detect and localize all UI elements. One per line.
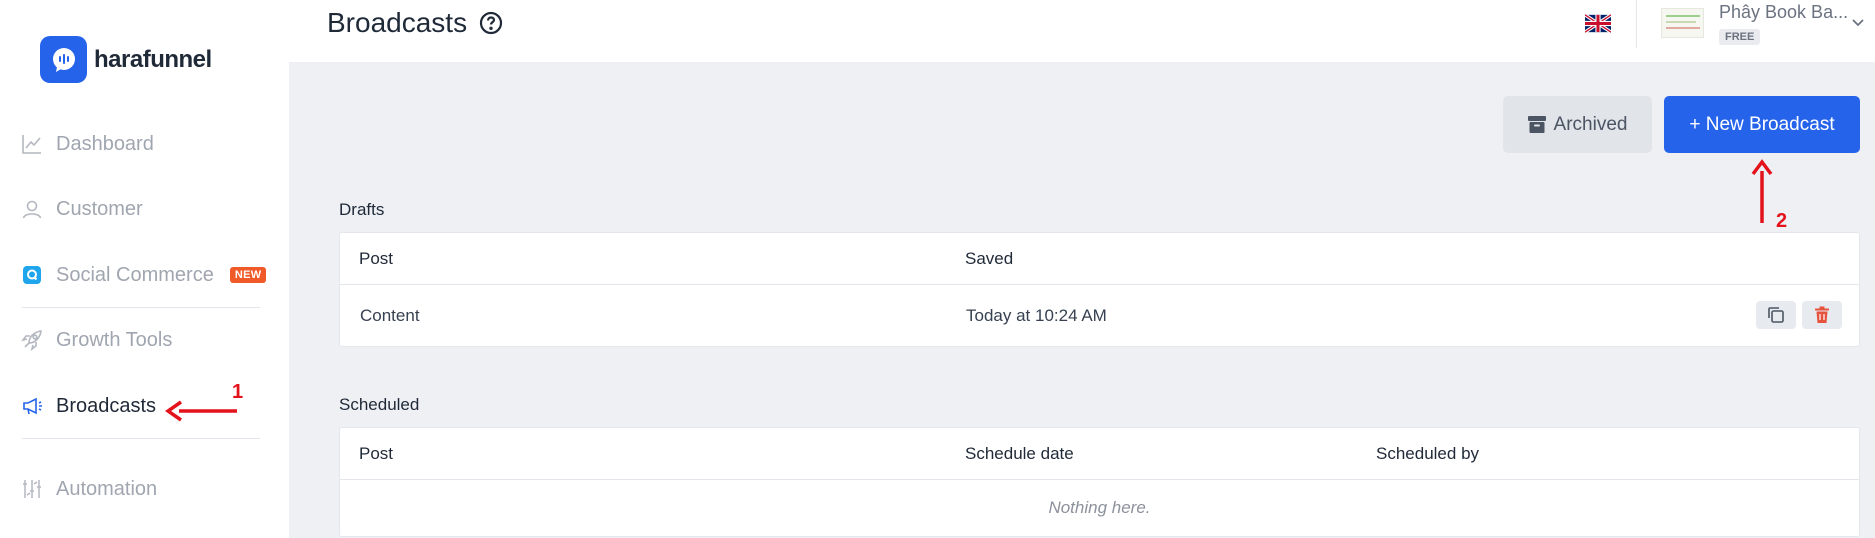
annotation-arrow-left-icon	[165, 400, 237, 422]
sidebar-item-label: Automation	[56, 477, 158, 500]
user-icon	[20, 197, 44, 221]
annotation-step-2: 2	[1776, 210, 1788, 232]
sidebar-item-label: Dashboard	[56, 132, 154, 155]
top-bar: Broadcasts Phây Book Ba... FREE	[289, 0, 1875, 62]
account-avatar	[1661, 8, 1704, 38]
page-title: Broadcasts	[327, 7, 503, 39]
archive-icon	[1527, 116, 1546, 133]
drafts-section-title: Drafts	[339, 200, 385, 219]
help-circle-icon[interactable]	[479, 11, 503, 35]
plan-badge: FREE	[1719, 29, 1761, 45]
new-badge: NEW	[229, 267, 267, 283]
sidebar-item-label: Broadcasts	[56, 394, 157, 417]
top-bar-divider	[1636, 0, 1637, 48]
sidebar-item-label: Growth Tools	[56, 328, 173, 351]
duplicate-button[interactable]	[1756, 301, 1796, 329]
archived-button-label: Archived	[1553, 113, 1628, 135]
sidebar-item-broadcasts[interactable]: Broadcasts	[20, 386, 156, 426]
sidebar-item-automation[interactable]: Automation	[20, 469, 157, 509]
rocket-icon	[20, 328, 44, 352]
sidebar-item-label: Customer	[56, 197, 143, 220]
column-header-post: Post	[359, 248, 394, 268]
drafts-table-header: Post Saved	[340, 233, 1859, 285]
trash-icon	[1815, 306, 1829, 323]
archived-button[interactable]: Archived	[1503, 96, 1652, 153]
column-header-scheduled-by: Scheduled by	[1376, 443, 1480, 463]
chevron-down-icon[interactable]	[1851, 18, 1865, 28]
new-broadcast-button[interactable]: + New Broadcast	[1664, 96, 1860, 153]
automation-icon	[20, 477, 44, 501]
annotation-step-1: 1	[232, 381, 244, 403]
sidebar-item-label: Social Commerce	[56, 263, 214, 286]
annotation-arrow-up-icon	[1751, 159, 1773, 223]
sidebar: harafunnel Dashboard Customer Social Com…	[0, 0, 289, 538]
column-header-schedule-date: Schedule date	[965, 443, 1074, 463]
account-menu[interactable]: Phây Book Ba... FREE	[1661, 2, 1848, 45]
megaphone-icon	[20, 394, 44, 418]
scheduled-table: Post Schedule date Scheduled by Nothing …	[339, 427, 1860, 537]
scheduled-section-title: Scheduled	[339, 395, 420, 414]
page-title-text: Broadcasts	[327, 7, 468, 38]
draft-post-title[interactable]: Content	[360, 285, 420, 346]
account-name: Phây Book Ba...	[1719, 2, 1849, 22]
empty-row: Nothing here.	[340, 480, 1859, 536]
app-logo[interactable]: harafunnel	[40, 36, 212, 83]
table-row[interactable]: Content Today at 10:24 AM	[340, 285, 1859, 346]
sidebar-item-growth-tools[interactable]: Growth Tools	[20, 320, 172, 360]
logo-icon	[40, 36, 87, 83]
sidebar-item-dashboard[interactable]: Dashboard	[20, 124, 154, 164]
logo-text: harafunnel	[94, 45, 212, 73]
column-header-saved: Saved	[965, 248, 1014, 268]
draft-saved-time: Today at 10:24 AM	[966, 305, 1107, 325]
sidebar-divider	[22, 307, 260, 308]
delete-button[interactable]	[1802, 301, 1842, 329]
new-broadcast-button-label: + New Broadcast	[1689, 113, 1835, 135]
sidebar-divider	[22, 438, 260, 439]
scheduled-table-header: Post Schedule date Scheduled by	[340, 428, 1859, 480]
drafts-table: Post Saved Content Today at 10:24 AM	[339, 232, 1860, 347]
sidebar-item-customer[interactable]: Customer	[20, 189, 143, 229]
column-header-post: Post	[359, 443, 394, 463]
sidebar-item-social-commerce[interactable]: Social Commerce NEW	[20, 255, 267, 295]
empty-state-text: Nothing here.	[1048, 498, 1151, 517]
social-commerce-icon	[20, 263, 44, 287]
copy-icon	[1768, 307, 1784, 323]
uk-flag-icon[interactable]	[1585, 14, 1611, 33]
chart-line-icon	[20, 132, 44, 156]
